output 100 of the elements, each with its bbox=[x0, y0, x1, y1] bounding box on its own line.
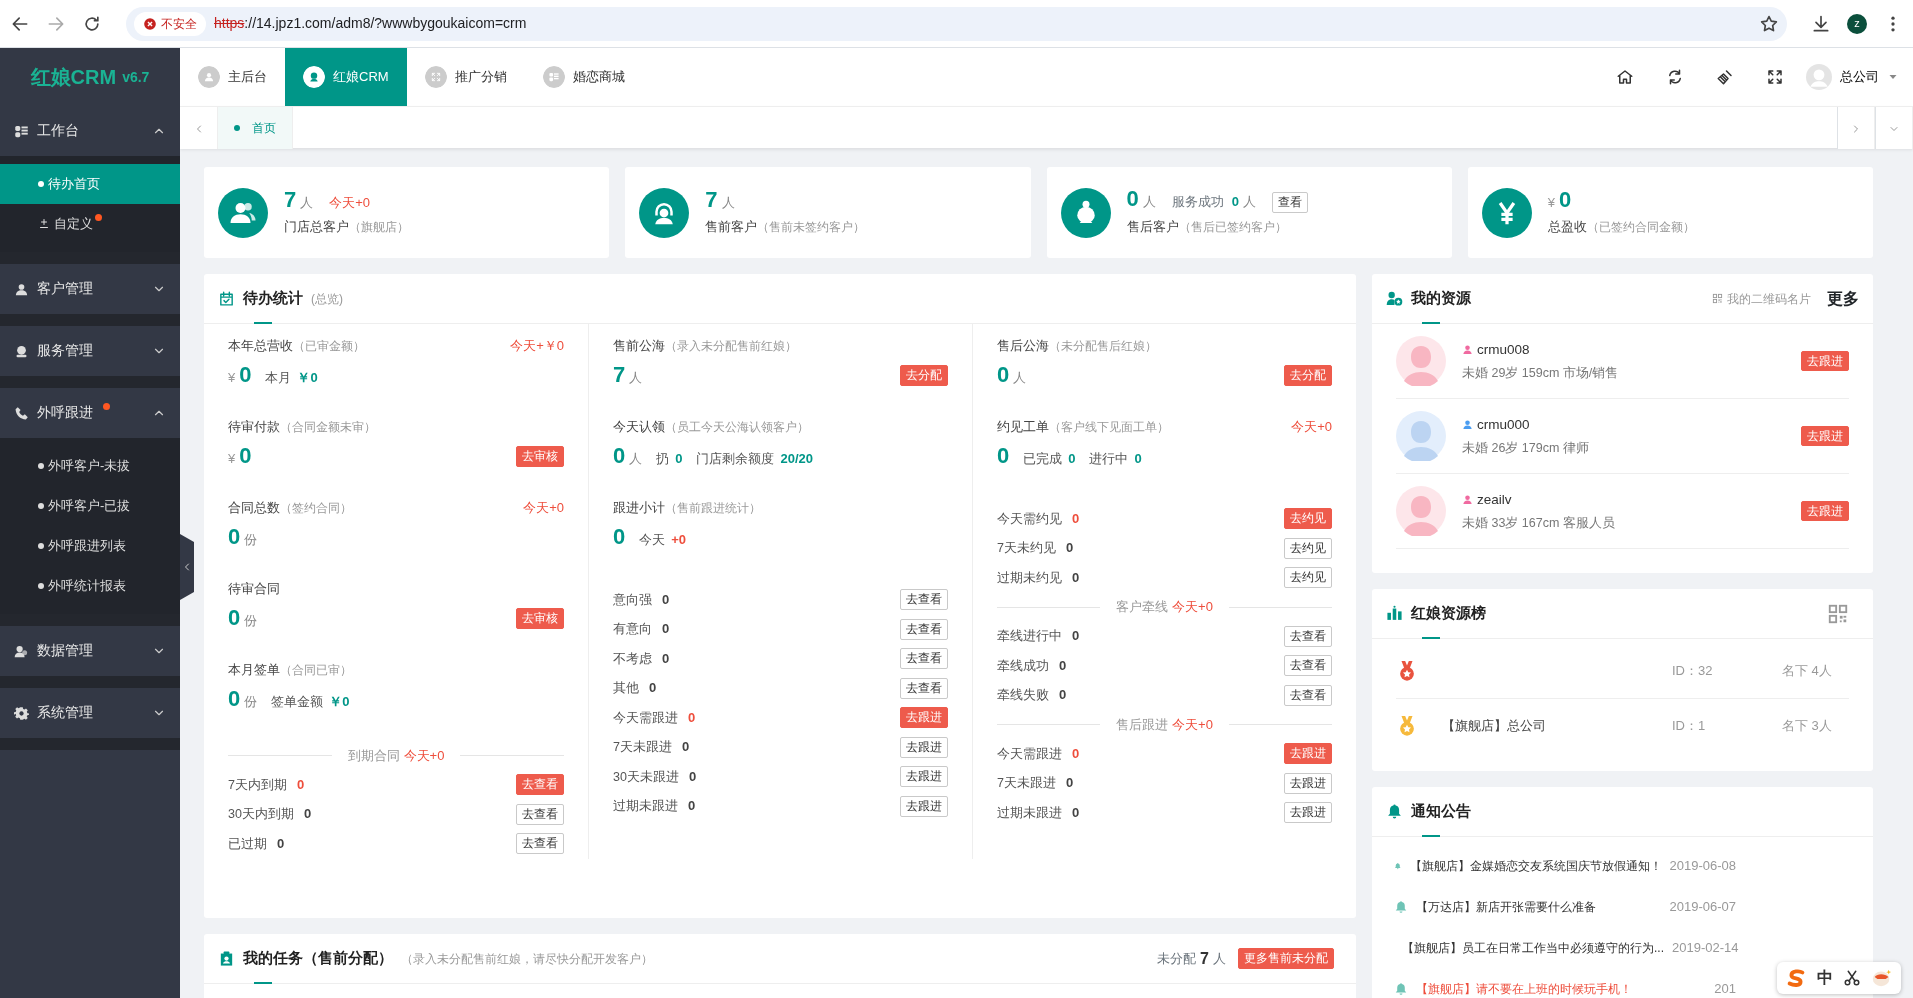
notice-link[interactable]: 【旗舰店】金媒婚恋交友系统国庆节放假通知！ bbox=[1409, 856, 1662, 875]
url-text: https://14.jpz1.com/adm8/?wwwbygoukaicom=crm bbox=[214, 14, 527, 33]
home-icon[interactable] bbox=[1616, 68, 1634, 86]
collapse-handle[interactable] bbox=[180, 534, 194, 600]
row-label: 过期未跟进 bbox=[997, 805, 1062, 820]
action-button[interactable]: 去查看 bbox=[1284, 684, 1332, 706]
action-button[interactable]: 去查看 bbox=[900, 677, 948, 699]
download-icon[interactable] bbox=[1811, 13, 1831, 34]
address-bar[interactable]: 不安全 https://14.jpz1.com/adm8/?wwwbygoukaicom=crm bbox=[126, 6, 1787, 41]
today-count: 今天+0 bbox=[1172, 598, 1213, 617]
inline-value: +0 bbox=[671, 530, 687, 549]
notice-link[interactable]: 【旗舰店】请不要在上班的时候玩手机！ bbox=[1416, 979, 1632, 998]
stat-value: 0 bbox=[613, 525, 626, 548]
page-tab[interactable]: 首页 bbox=[218, 107, 293, 149]
action-button[interactable]: 去约见 bbox=[1284, 537, 1332, 559]
stat-label: 合同总数 bbox=[228, 500, 280, 515]
row-value: 0 bbox=[1065, 540, 1074, 556]
qr-code-icon[interactable] bbox=[1827, 602, 1849, 625]
action-button[interactable]: 去查看 bbox=[1284, 625, 1332, 647]
stat-note: （售前跟进统计） bbox=[665, 501, 761, 515]
panel-title: 我的资源 bbox=[1411, 288, 1471, 308]
sidebar-item[interactable]: 外呼统计报表 bbox=[0, 566, 180, 606]
people-icon bbox=[14, 643, 29, 659]
stat-note: （已审金额） bbox=[293, 339, 365, 353]
action-button[interactable]: 去查看 bbox=[516, 803, 564, 825]
sidebar-group[interactable]: 工作台 bbox=[0, 106, 180, 156]
tab-icon bbox=[303, 66, 325, 88]
avatar-silhouette bbox=[1396, 336, 1446, 386]
sidebar-item[interactable]: 外呼跟进列表 bbox=[0, 526, 180, 566]
action-button[interactable]: 去约见 bbox=[1284, 567, 1332, 589]
row-label: 其他 bbox=[613, 681, 639, 696]
action-button[interactable]: 去查看 bbox=[900, 589, 948, 611]
sidebar-group[interactable]: 客户管理 bbox=[0, 264, 180, 314]
row-value: 0 bbox=[681, 739, 690, 755]
sidebar-group[interactable]: 数据管理 bbox=[0, 626, 180, 676]
stat-value: 0 bbox=[613, 444, 626, 467]
today-count: 今天+0 bbox=[523, 499, 564, 517]
card-title: 门店总客户 bbox=[284, 218, 349, 234]
tab-icon bbox=[198, 66, 220, 88]
card-note: （旗舰店） bbox=[349, 219, 409, 234]
row-value: 0 bbox=[1072, 628, 1080, 644]
action-button[interactable]: 去跟进 bbox=[1284, 772, 1332, 794]
s-logo-icon[interactable] bbox=[1785, 967, 1807, 989]
user-star-icon bbox=[1386, 290, 1403, 307]
security-chip[interactable]: 不安全 bbox=[134, 11, 206, 36]
stat-note: （客户线下见面工单） bbox=[1049, 420, 1169, 434]
inline-label: 进行中 bbox=[1089, 450, 1129, 468]
action-button[interactable]: 去跟进 bbox=[900, 795, 948, 817]
settings-icon bbox=[14, 705, 29, 721]
bell-icon bbox=[1394, 899, 1408, 914]
sidebar-item[interactable]: 外呼客户-未拔 bbox=[0, 446, 180, 486]
panel-title: 待办统计 bbox=[243, 288, 303, 308]
inline-label: 签单金额 bbox=[271, 693, 324, 711]
sidebar-group[interactable]: 系统管理 bbox=[0, 688, 180, 738]
fullscreen-icon[interactable] bbox=[1766, 68, 1784, 86]
notice-link[interactable]: 【万达店】新店开张需要什么准备 bbox=[1416, 897, 1596, 916]
language-toggle[interactable]: 中 bbox=[1817, 966, 1833, 990]
sidebar-item[interactable]: 外呼客户-已拔 bbox=[0, 486, 180, 526]
inline-value: 0 bbox=[675, 449, 683, 468]
action-button[interactable]: 去跟进 bbox=[900, 766, 948, 788]
sidebar-item[interactable]: 待办首页 bbox=[0, 164, 180, 204]
male-user-icon bbox=[1462, 419, 1473, 431]
avatar-silhouette bbox=[1396, 411, 1446, 461]
action-button[interactable]: 去查看 bbox=[900, 648, 948, 670]
user-name: crmu000 bbox=[1477, 415, 1530, 434]
row-value: 0 bbox=[662, 591, 670, 607]
stat-note: （员工今天公海认领客户） bbox=[665, 420, 809, 434]
nav-tab[interactable]: 红娘CRM bbox=[285, 48, 407, 106]
profile-avatar[interactable]: z bbox=[1847, 13, 1867, 34]
action-button[interactable]: 去查看 bbox=[516, 833, 564, 855]
sidebar-item[interactable]: 自定义 bbox=[0, 204, 180, 244]
sidebar-group[interactable]: 外呼跟进 bbox=[0, 388, 180, 438]
mascot-icon[interactable] bbox=[1871, 967, 1893, 989]
notice-date: 2019-06-07 bbox=[1669, 897, 1737, 916]
stat-label: 售后公海 bbox=[997, 338, 1049, 353]
row-value: 0 bbox=[1059, 687, 1067, 703]
row-label: 有意向 bbox=[613, 622, 652, 637]
action-button[interactable]: 去查看 bbox=[1284, 655, 1332, 677]
inline-label: 扔 bbox=[656, 450, 670, 468]
stat-value: 0 bbox=[997, 363, 1010, 386]
row-value: 0 bbox=[688, 768, 697, 784]
row-label: 牵线成功 bbox=[997, 658, 1049, 673]
action-button[interactable]: 去跟进 bbox=[900, 736, 948, 758]
action-button[interactable]: 去查看 bbox=[900, 618, 948, 640]
calendar-check-icon bbox=[218, 290, 235, 307]
dashboard-icon bbox=[14, 123, 29, 139]
bookmark-star-icon[interactable] bbox=[1759, 13, 1779, 34]
qr-code-icon bbox=[1712, 293, 1723, 304]
stat-label: 本年总营收 bbox=[228, 338, 293, 353]
row-value: 0 bbox=[688, 798, 696, 814]
view-button[interactable]: 查看 bbox=[1272, 192, 1308, 214]
stat-note: （签约合同） bbox=[280, 501, 352, 515]
sidebar-group[interactable]: 服务管理 bbox=[0, 326, 180, 376]
more-link[interactable]: 更多 bbox=[1827, 286, 1859, 311]
scissors-icon[interactable] bbox=[1843, 969, 1861, 987]
panel-title: 我的任务（售前分配） bbox=[243, 948, 393, 968]
notice-link[interactable]: 【旗舰店】员工在日常工作当中必须遵守的行为... bbox=[1402, 938, 1664, 957]
action-button[interactable]: 去跟进 bbox=[1284, 802, 1332, 824]
refresh-icon[interactable] bbox=[1666, 68, 1684, 86]
user-name: zeailv bbox=[1477, 490, 1512, 509]
